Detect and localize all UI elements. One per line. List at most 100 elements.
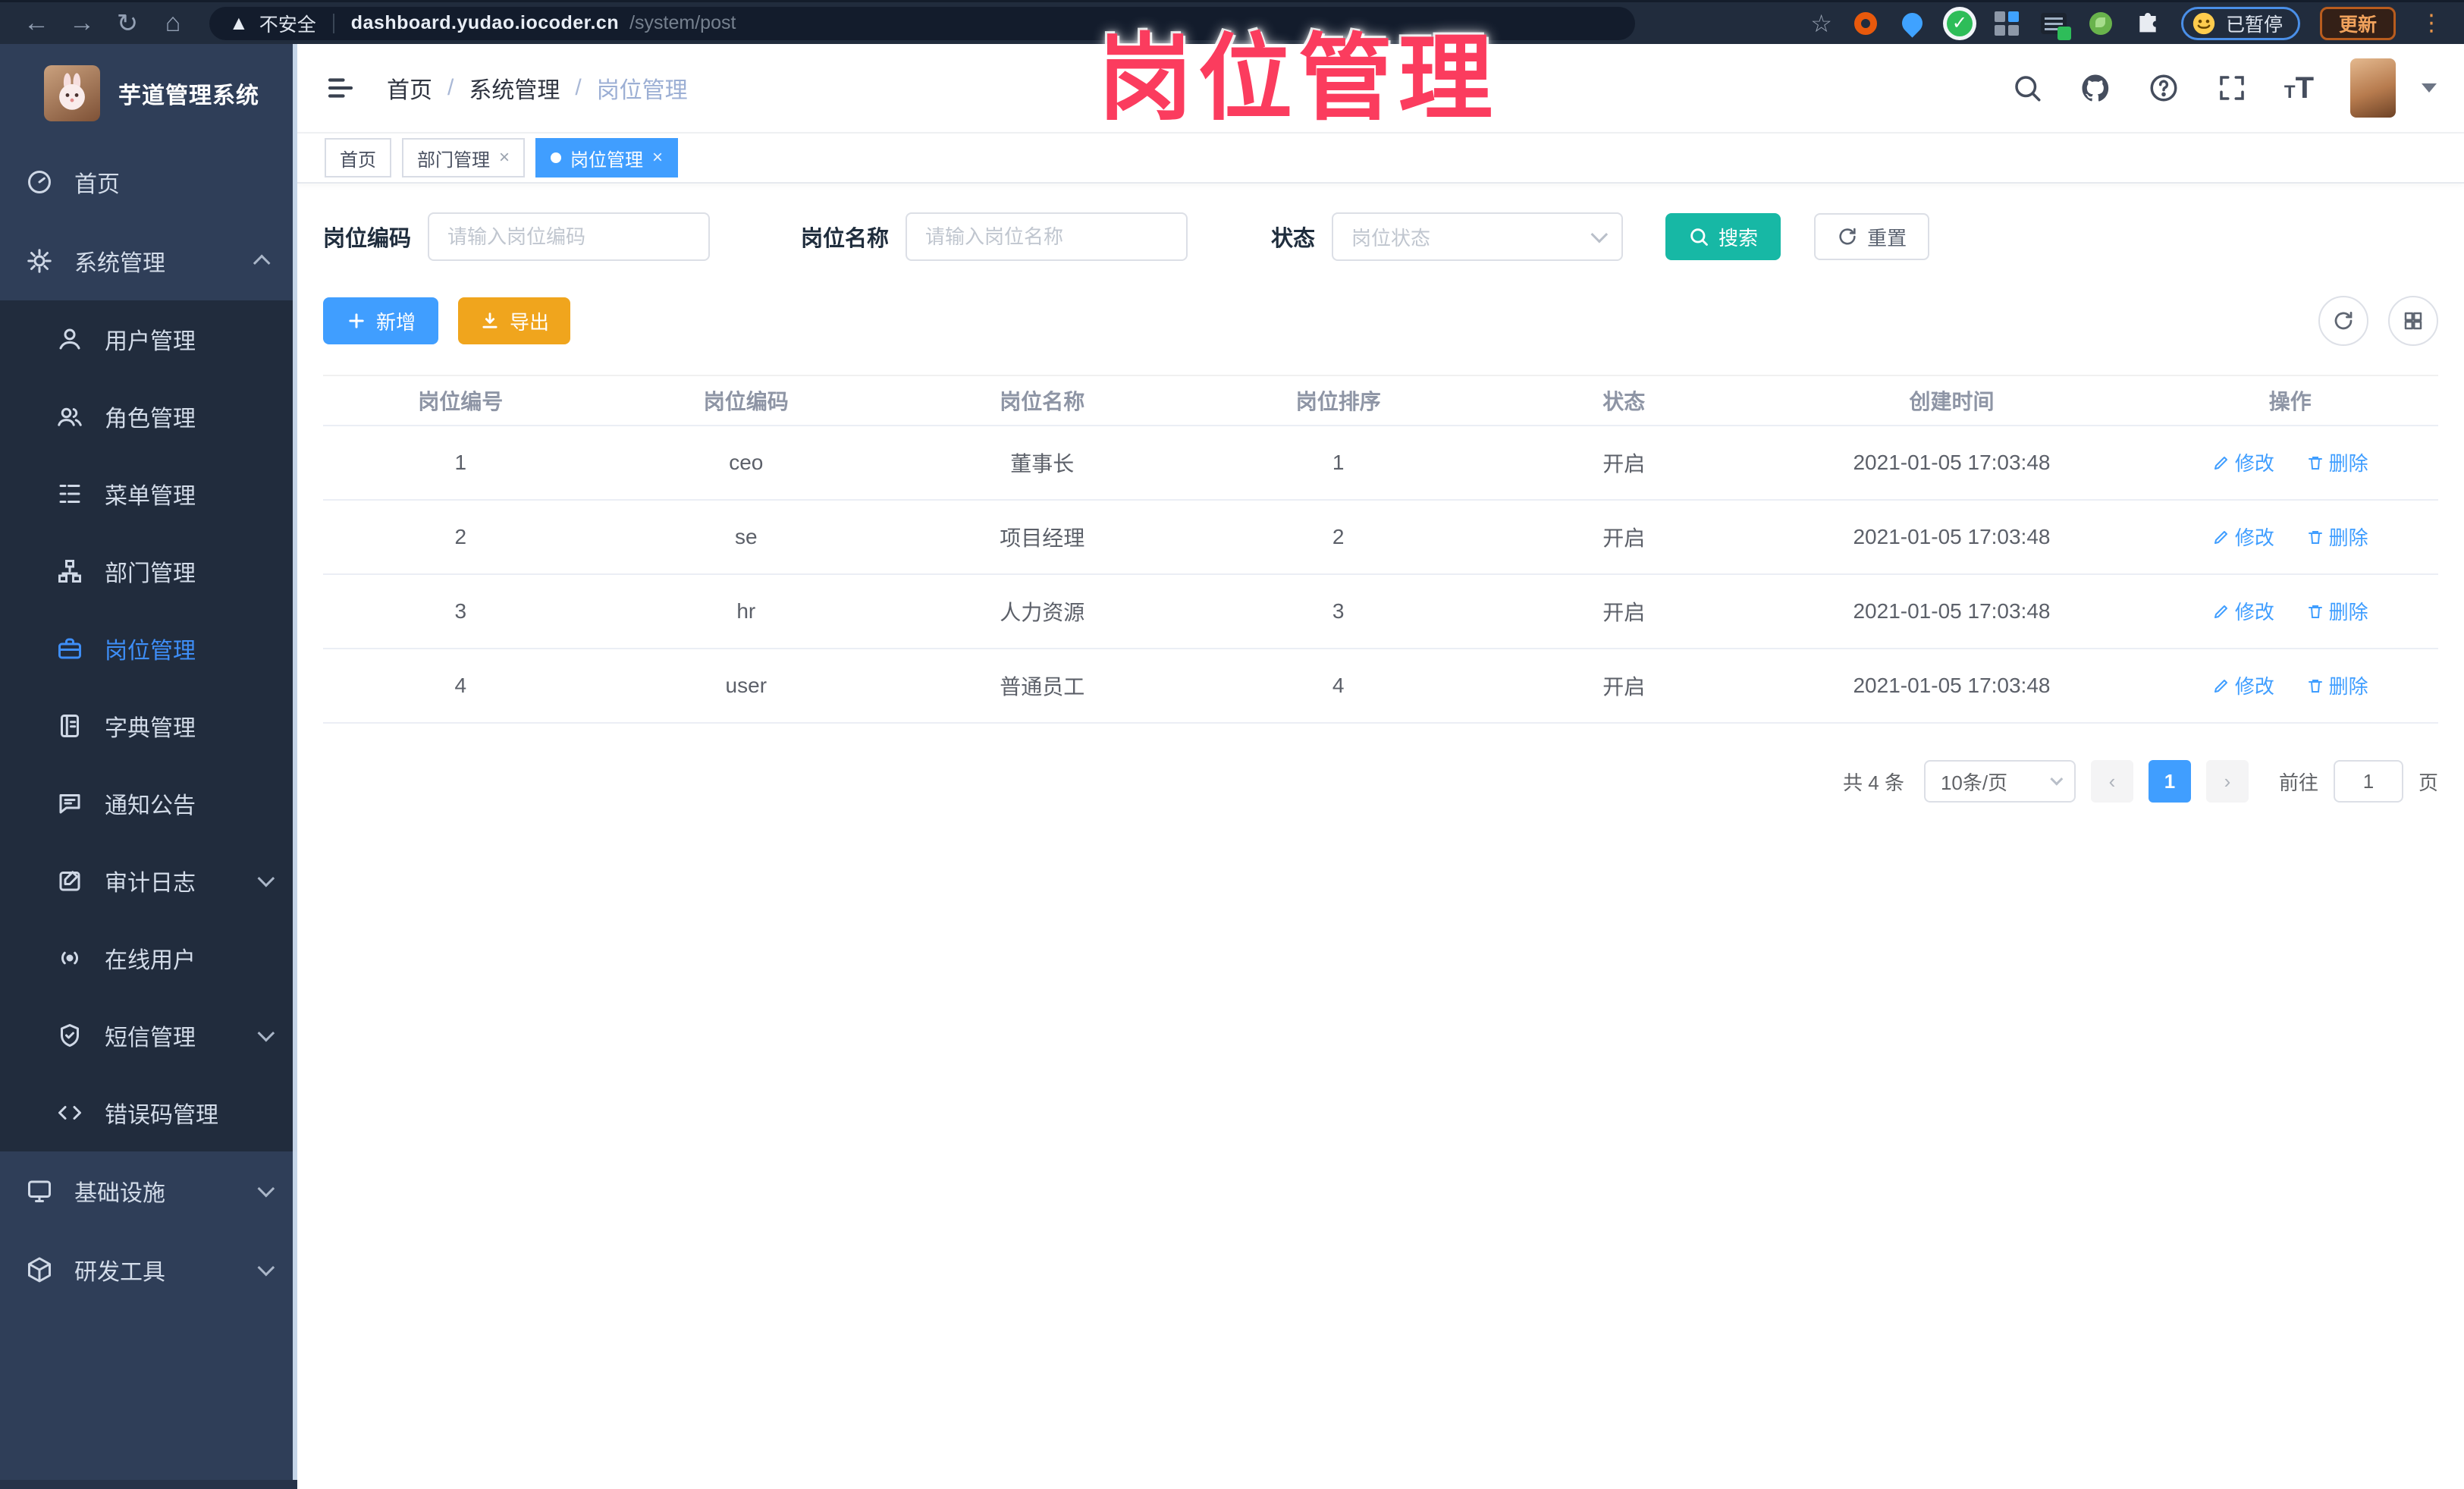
page-size-select[interactable]: 10条/页 (1923, 760, 2076, 803)
edit-link[interactable]: 修改 (2212, 448, 2274, 476)
sidebar-item-error-codes[interactable]: 错误码管理 (0, 1074, 297, 1151)
sidebar-item-roles[interactable]: 角色管理 (0, 378, 297, 455)
extension-drop-icon[interactable] (1897, 8, 1928, 38)
sidebar-item-devtools[interactable]: 研发工具 (0, 1230, 297, 1309)
cell-name: 项目经理 (894, 500, 1191, 575)
back-icon[interactable]: ← (17, 6, 56, 41)
user-avatar[interactable] (2350, 58, 2396, 118)
goto-label: 前往 (2278, 771, 2318, 794)
delete-link[interactable]: 删除 (2306, 523, 2368, 551)
app-title: 芋道管理系统 (118, 83, 259, 108)
hamburger-icon[interactable] (325, 72, 356, 104)
cell-name: 董事长 (894, 426, 1191, 501)
search-icon[interactable] (2011, 72, 2043, 104)
delete-link[interactable]: 删除 (2306, 597, 2368, 625)
post-name-input[interactable] (906, 212, 1188, 261)
browser-update-button[interactable]: 更新 (2319, 6, 2396, 40)
edit-link[interactable]: 修改 (2212, 523, 2274, 551)
breadcrumb-home[interactable]: 首页 (387, 71, 432, 105)
org-tree-icon (58, 560, 81, 583)
edit-log-icon (59, 871, 80, 891)
cell-actions: 修改 删除 (2142, 426, 2438, 501)
edit-link[interactable]: 修改 (2212, 597, 2274, 625)
github-icon[interactable] (2079, 72, 2111, 104)
system-submenu: 用户管理 角色管理 菜单管理 部门管理 岗位管理 字典管理 通知公告 审计日志 … (0, 300, 297, 1151)
page-content: 岗位编码 岗位名称 状态 岗位状态 (297, 184, 2464, 803)
breadcrumb-separator: / (575, 75, 582, 100)
col-status: 状态 (1486, 375, 1762, 426)
search-button[interactable]: 搜索 (1665, 213, 1781, 260)
edit-link[interactable]: 修改 (2212, 671, 2274, 699)
sidebar-item-menus[interactable]: 菜单管理 (0, 455, 297, 532)
sidebar-item-sms[interactable]: 短信管理 (0, 997, 297, 1074)
sidebar-scrollbar[interactable] (293, 44, 297, 1489)
reset-button[interactable]: 重置 (1814, 213, 1930, 260)
annotation-title: 岗位管理 (1098, 27, 1499, 131)
sidebar-item-dict[interactable]: 字典管理 (0, 687, 297, 765)
sidebar-item-posts[interactable]: 岗位管理 (0, 610, 297, 687)
app-logo[interactable]: 芋道管理系统 (0, 44, 297, 143)
refresh-table-button[interactable] (2318, 296, 2368, 346)
page-1-button[interactable]: 1 (2148, 760, 2191, 803)
fullscreen-icon[interactable] (2216, 72, 2248, 104)
reload-icon[interactable]: ↻ (108, 6, 147, 41)
tab-departments[interactable]: 部门管理 × (402, 138, 526, 177)
breadcrumb-separator: / (447, 75, 454, 100)
forward-icon[interactable]: → (62, 6, 102, 41)
post-code-input[interactable] (428, 212, 711, 261)
sidebar-item-audit-log[interactable]: 审计日志 (0, 842, 297, 919)
breadcrumb-system[interactable]: 系统管理 (469, 71, 560, 105)
next-page-button[interactable]: › (2205, 760, 2249, 803)
close-icon[interactable]: × (499, 147, 510, 168)
filter-form: 岗位编码 岗位名称 状态 岗位状态 (323, 212, 2438, 261)
status-select[interactable]: 岗位状态 (1332, 212, 1624, 261)
posts-table: 岗位编号 岗位编码 岗位名称 岗位排序 状态 创建时间 操作 1 ceo 董事长… (323, 375, 2438, 724)
font-size-icon[interactable]: TT (2284, 71, 2314, 105)
paused-extension-badge[interactable]: 已暂停 (2180, 6, 2300, 40)
table-row: 4 user 普通员工 4 开启 2021-01-05 17:03:48 修改 (323, 649, 2438, 724)
extension-list-icon[interactable] (2040, 10, 2071, 40)
extension-check-icon[interactable]: ✓ (1946, 10, 1973, 37)
sidebar-item-notice[interactable]: 通知公告 (0, 765, 297, 842)
grid-icon (2404, 312, 2422, 330)
gear-icon (27, 249, 52, 273)
add-button[interactable]: 新增 (323, 297, 439, 344)
sidebar-item-departments[interactable]: 部门管理 (0, 532, 297, 610)
extension-sprout-icon[interactable] (2087, 10, 2114, 37)
cell-id: 1 (323, 426, 598, 501)
url-path: /system/post (629, 12, 736, 33)
extension-donut-icon[interactable] (1852, 10, 1879, 37)
bookmark-star-icon[interactable]: ☆ (1810, 9, 1832, 38)
extensions-puzzle-icon[interactable] (2134, 10, 2161, 37)
avatar-caret-icon[interactable] (2422, 83, 2437, 93)
trash-icon (2308, 530, 2322, 544)
extension-grid-icon[interactable] (1993, 10, 2020, 37)
plus-icon (349, 313, 364, 328)
delete-link[interactable]: 删除 (2306, 448, 2368, 476)
tab-posts[interactable]: 岗位管理 × (535, 138, 679, 177)
sidebar-item-users[interactable]: 用户管理 (0, 300, 297, 378)
trash-icon (2308, 456, 2322, 470)
tab-home[interactable]: 首页 (325, 138, 391, 177)
sidebar-item-system[interactable]: 系统管理 (0, 221, 297, 300)
delete-link[interactable]: 删除 (2306, 671, 2368, 699)
export-button[interactable]: 导出 (458, 297, 571, 344)
home-icon[interactable]: ⌂ (153, 6, 193, 41)
sidebar-bottom-edge (0, 1480, 297, 1489)
breadcrumb: 首页 / 系统管理 / 岗位管理 (387, 71, 688, 105)
close-icon[interactable]: × (652, 147, 663, 168)
post-name-label: 岗位名称 (801, 227, 890, 251)
status-label: 状态 (1271, 227, 1316, 251)
sidebar-item-infra[interactable]: 基础设施 (0, 1151, 297, 1230)
sidebar-item-online-users[interactable]: 在线用户 (0, 919, 297, 997)
app: 芋道管理系统 首页 系统管理 用户管理 角色管理 菜单管理 部门管理 岗位管理 … (0, 44, 2464, 1489)
table-row: 3 hr 人力资源 3 开启 2021-01-05 17:03:48 修改 删除 (323, 574, 2438, 649)
sidebar-item-home[interactable]: 首页 (0, 143, 297, 221)
column-settings-button[interactable] (2388, 296, 2438, 346)
help-icon[interactable] (2148, 72, 2180, 104)
cell-id: 3 (323, 574, 598, 649)
browser-menu-icon[interactable]: ⋮ (2415, 10, 2447, 36)
goto-page-input[interactable] (2333, 760, 2403, 803)
prev-page-button[interactable]: ‹ (2090, 760, 2133, 803)
cell-actions: 修改 删除 (2142, 574, 2438, 649)
